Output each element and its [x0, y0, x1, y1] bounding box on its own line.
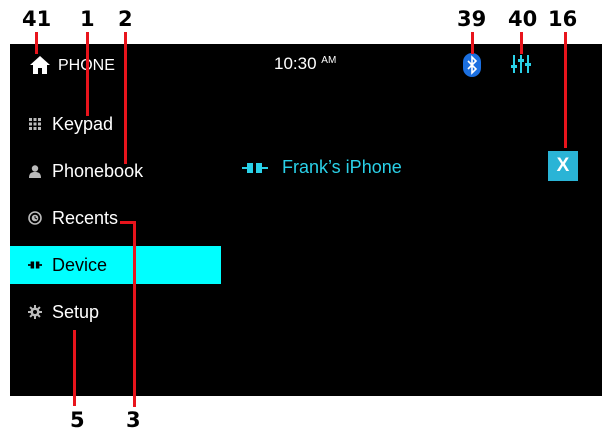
- callout-line-2: [124, 32, 127, 164]
- menu-item-phonebook[interactable]: Phonebook: [10, 152, 221, 190]
- home-icon: [30, 56, 50, 74]
- equalizer-icon: [511, 55, 531, 73]
- equalizer-button[interactable]: [510, 53, 532, 75]
- callout-line-40: [520, 32, 523, 54]
- menu-item-device[interactable]: Device: [10, 246, 221, 284]
- keypad-icon: [28, 117, 42, 131]
- menu-label-keypad: Keypad: [52, 113, 114, 134]
- home-button[interactable]: [30, 56, 50, 74]
- callout-39: 39: [457, 7, 487, 31]
- bluetooth-status[interactable]: [463, 53, 481, 77]
- callout-line-1: [86, 32, 89, 116]
- recents-icon: [28, 211, 42, 225]
- menu-label-recents: Recents: [52, 207, 119, 228]
- menu-item-recents[interactable]: Recents: [10, 199, 221, 237]
- menu-item-setup[interactable]: Setup: [10, 293, 221, 331]
- close-button[interactable]: X: [548, 151, 578, 181]
- callout-3: 3: [126, 408, 141, 432]
- menu-label-setup: Setup: [52, 301, 100, 322]
- callout-line-3-vertical: [133, 221, 136, 407]
- callout-line-5: [73, 330, 76, 406]
- callout-line-41: [35, 32, 38, 54]
- clock: 10:30 AM: [274, 54, 336, 74]
- clock-ampm: AM: [321, 55, 337, 66]
- callout-line-39: [471, 32, 474, 54]
- phone-screen: PHONE 10:30 AM Keypad: [10, 44, 602, 396]
- callout-40: 40: [508, 7, 538, 31]
- callout-5: 5: [70, 408, 85, 432]
- callout-1: 1: [80, 7, 95, 31]
- device-name-label: Frank’s iPhone: [282, 157, 402, 177]
- callout-line-16-vertical: [564, 32, 567, 148]
- callout-41: 41: [22, 7, 52, 31]
- device-connect-icon: [28, 258, 42, 272]
- close-button-label: X: [556, 155, 570, 176]
- menu-label-phonebook: Phonebook: [52, 160, 144, 181]
- gear-icon: [28, 305, 42, 319]
- device-connect-icon: [242, 162, 268, 173]
- menu-label-device: Device: [52, 254, 108, 275]
- person-icon: [28, 164, 42, 178]
- clock-time: 10:30: [274, 54, 317, 73]
- bluetooth-icon: [463, 53, 481, 77]
- callout-2: 2: [118, 7, 133, 31]
- menu-item-keypad[interactable]: Keypad: [10, 105, 221, 143]
- connected-device[interactable]: Frank’s iPhone: [242, 157, 402, 178]
- callout-16: 16: [548, 7, 578, 31]
